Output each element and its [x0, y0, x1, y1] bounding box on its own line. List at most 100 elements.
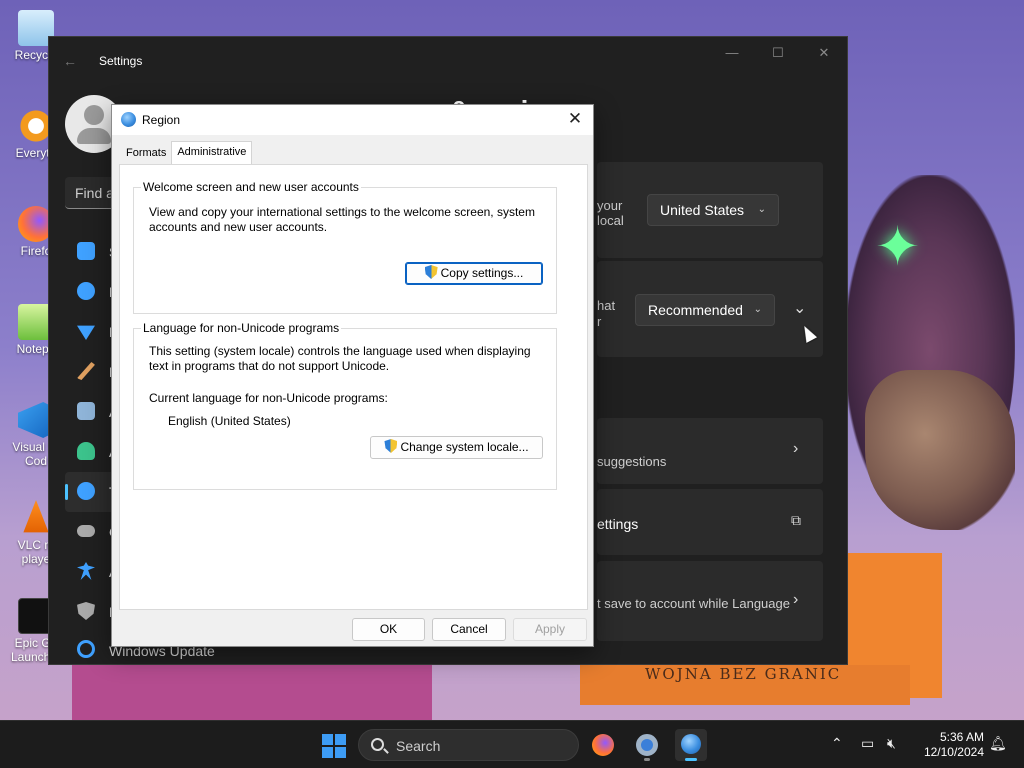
close-button[interactable]: ✕ [801, 37, 847, 69]
globe-icon [681, 734, 701, 754]
chevron-right-icon: › [793, 440, 799, 457]
chevron-up-icon[interactable]: ⌃ [831, 735, 843, 752]
windows-logo-tile [322, 747, 333, 758]
card-text: r [597, 314, 602, 329]
group-label: Welcome screen and new user accounts [141, 180, 361, 194]
country-dropdown[interactable]: United States ⌄ [647, 194, 779, 226]
maximize-button[interactable]: ☐ [755, 37, 801, 69]
clock-time: 5:36 AM [939, 730, 984, 744]
gear-icon [636, 734, 658, 756]
country-dropdown-value: United States [660, 202, 745, 218]
globe-icon [121, 112, 136, 127]
accounts-icon [77, 442, 95, 460]
apps-icon [77, 402, 95, 420]
nav-item-privacy[interactable]: P [65, 592, 118, 632]
running-indicator [644, 758, 650, 761]
nav-item-time-language[interactable]: T [65, 472, 118, 512]
save-to-account-card[interactable]: t save to account while Language › [597, 561, 823, 641]
card-text: local [597, 213, 624, 228]
external-link-icon: ⧉ [791, 512, 801, 528]
taskbar-settings[interactable] [631, 729, 663, 761]
time-language-icon [77, 482, 95, 500]
region-dialog-titlebar: Region ✕ [112, 105, 593, 135]
system-icon [77, 242, 95, 260]
chevron-down-icon: ⌄ [753, 304, 762, 315]
apply-button[interactable]: Apply [513, 618, 587, 641]
chevron-down-icon: ⌄ [757, 204, 766, 215]
nav-item-system[interactable]: S [65, 232, 118, 272]
uac-shield-icon [384, 439, 398, 453]
change-system-locale-button[interactable]: Change system locale... [370, 436, 543, 459]
card-text: ettings [597, 516, 639, 532]
network-icon[interactable]: ▭ [861, 735, 874, 752]
taskbar-search[interactable]: Search [358, 729, 579, 761]
regional-format-card: hat r Recommended ⌄ ⌄ [597, 261, 823, 357]
clock[interactable]: 5:36 AM 12/10/2024 [914, 730, 984, 760]
personalization-icon [77, 362, 95, 380]
group-description: This setting (system locale) controls th… [149, 344, 531, 358]
copy-settings-button[interactable]: Copy settings... [405, 262, 543, 285]
volume-muted-icon[interactable]: 🔇︎ [887, 735, 896, 752]
search-icon [371, 738, 384, 751]
chevron-right-icon: › [793, 591, 799, 608]
gaming-icon [77, 525, 95, 537]
nav-item-accounts[interactable]: A [65, 432, 118, 472]
button-label: Change system locale... [400, 440, 529, 454]
administrative-panel: Welcome screen and new user accounts Vie… [119, 164, 588, 610]
uac-shield-icon [424, 265, 438, 279]
group-description: text in programs that do not support Uni… [149, 359, 390, 373]
non-unicode-group: Language for non-Unicode programs This s… [133, 321, 557, 490]
country-region-card: your local United States ⌄ [597, 162, 823, 258]
nav-item-accessibility[interactable]: A [65, 552, 118, 592]
firefox-icon [592, 734, 614, 756]
privacy-shield-icon [77, 602, 95, 620]
settings-nav: S B N P A A T G A P [65, 232, 120, 632]
region-dialog-title: Region [142, 113, 181, 127]
expand-chevron-icon[interactable]: ⌄ [793, 298, 806, 318]
window-controls: — ☐ ✕ [709, 37, 847, 69]
current-language-label: Current language for non-Unicode program… [149, 391, 388, 405]
wallpaper-banner-text: WOJNA BEZ GRANIC [645, 665, 842, 683]
bluetooth-icon [77, 282, 95, 300]
clock-date: 12/10/2024 [923, 745, 984, 759]
current-language-value: English (United States) [168, 414, 291, 428]
accessibility-icon [77, 562, 95, 580]
regional-format-dropdown[interactable]: Recommended ⌄ [635, 294, 775, 326]
nav-item-bluetooth[interactable]: B [65, 272, 118, 312]
card-text: your [597, 198, 623, 213]
windows-logo-tile [335, 747, 346, 758]
minimize-button[interactable]: — [709, 37, 755, 69]
nav-item-gaming[interactable]: G [65, 512, 120, 552]
desktop-icon-label: Firefo [20, 244, 52, 258]
group-label: Language for non-Unicode programs [141, 321, 342, 335]
group-description: View and copy your international setting… [149, 205, 535, 219]
card-text: hat [597, 298, 616, 313]
notification-bell-icon[interactable]: 🔔︎ [989, 735, 1007, 752]
windows-update-icon [77, 640, 95, 658]
typing-suggestions-card[interactable]: suggestions › [597, 418, 823, 484]
welcome-screen-group: Welcome screen and new user accounts Vie… [133, 180, 557, 314]
button-label: Copy settings... [440, 266, 524, 280]
network-icon [77, 325, 95, 340]
start-button[interactable] [322, 734, 346, 758]
nav-item-apps[interactable]: A [65, 392, 118, 432]
tab-administrative[interactable]: Administrative [171, 141, 253, 165]
region-dialog: Region ✕ Formats Administrative Welcome … [111, 104, 594, 647]
settings-window-title: Settings [99, 54, 143, 68]
nav-item-personalization[interactable]: P [65, 352, 118, 392]
taskbar-search-label: Search [396, 738, 441, 754]
back-arrow-icon[interactable]: ← [63, 53, 85, 69]
windows-logo-tile [322, 734, 333, 745]
related-settings-card[interactable]: ettings ⧉ [597, 489, 823, 555]
tab-formats[interactable]: Formats [121, 143, 171, 165]
cancel-button[interactable]: Cancel [432, 618, 506, 641]
taskbar-firefox[interactable] [587, 729, 619, 761]
windows-logo-tile [335, 734, 346, 745]
close-icon[interactable]: ✕ [565, 109, 585, 129]
taskbar: Search ⌃ ▭ 🔇︎ 5:36 AM 12/10/2024 🔔︎ [0, 720, 1024, 768]
taskbar-region[interactable] [675, 729, 707, 761]
ok-button[interactable]: OK [352, 618, 425, 641]
nav-item-network[interactable]: N [65, 312, 119, 352]
region-tabs: Formats Administrative [121, 141, 253, 165]
wallpaper-pink-panel [72, 665, 432, 720]
